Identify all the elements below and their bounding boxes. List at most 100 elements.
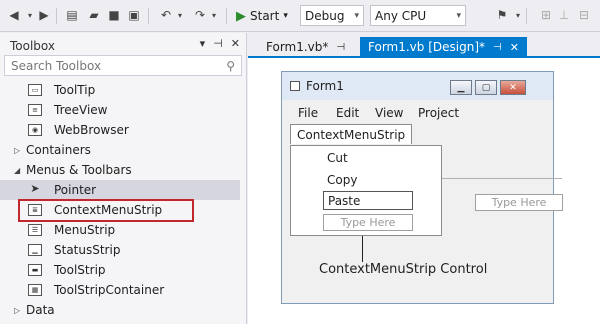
form-icon (290, 81, 300, 91)
pin-icon[interactable]: ⊣ (336, 42, 345, 53)
context-menu-dropdown: Cut Copy Paste Type Here (290, 145, 442, 236)
collapse-icon: ◢ (14, 165, 21, 175)
toolbox-group-data[interactable]: ▷ Data (0, 300, 240, 320)
open-folder-icon[interactable]: ▰ (86, 7, 102, 23)
callout-label: ContextMenuStrip Control (319, 262, 488, 277)
toolbox-item-label: ToolTip (54, 83, 96, 97)
toolbox-item-toolstripcontainer[interactable]: ▦ ToolStripContainer (0, 280, 240, 300)
toolbox-group-label: Data (26, 303, 55, 317)
close-button[interactable]: ✕ (500, 80, 526, 95)
toolbox-group-label: Menus & Toolbars (26, 163, 132, 177)
minimize-button[interactable]: ▁ (450, 80, 472, 95)
toolbox-item-toolstrip[interactable]: ▬ ToolStrip (0, 260, 240, 280)
configuration-select[interactable]: Debug ▾ (300, 5, 364, 26)
webbrowser-icon: ◉ (28, 124, 42, 136)
highlight-contextmenustrip (18, 199, 194, 222)
maximize-icon: ▢ (481, 82, 491, 93)
close-icon: ✕ (509, 82, 517, 93)
toolbox-item-tooltip[interactable]: ▭ ToolTip (0, 80, 240, 100)
attach-icon[interactable]: ⚑ (494, 7, 510, 23)
close-icon[interactable]: ✕ (510, 41, 519, 54)
contextmenustrip-label: ContextMenuStrip (297, 127, 406, 142)
toolbox-item-label: ToolStripContainer (54, 283, 165, 297)
statusstrip-icon: ▁ (28, 244, 42, 256)
menu-view[interactable]: View (375, 106, 403, 120)
contextmenustrip-tab[interactable]: ContextMenuStrip (290, 124, 413, 144)
pin-icon[interactable]: ⊣ (493, 42, 502, 53)
platform-select[interactable]: Any CPU ▾ (370, 5, 466, 26)
type-here-label: Type Here (491, 196, 547, 209)
type-here-label: Type Here (340, 216, 396, 229)
document-tabs: Form1.vb* ⊣ Form1.vb [Design]* ⊣ ✕ (248, 33, 600, 57)
search-placeholder: Search Toolbox (11, 58, 102, 73)
toolbox-item-label: ToolStrip (54, 263, 106, 277)
toolbox-item-label: WebBrowser (54, 123, 129, 137)
toolbox-item-webbrowser[interactable]: ◉ WebBrowser (0, 120, 240, 140)
context-item-paste[interactable]: Paste (323, 191, 413, 210)
platform-value: Any CPU (375, 8, 427, 23)
search-icon[interactable]: ⚲ (226, 59, 235, 73)
expand-icon: ▷ (14, 305, 21, 315)
pin-icon[interactable]: ⊣ (213, 37, 223, 50)
toolbox-group-containers[interactable]: ▷ Containers (0, 140, 240, 160)
new-project-icon[interactable]: ▤ (64, 7, 80, 23)
toolstrip-icon: ▬ (28, 264, 42, 276)
toolbox-item-label: TreeView (54, 103, 108, 117)
menu-file[interactable]: File (298, 106, 318, 120)
configuration-value: Debug (305, 8, 345, 23)
align-icon[interactable]: ⊞ (538, 7, 554, 23)
toolbar-separator (56, 8, 57, 24)
toolbox-item-treeview[interactable]: ≡ TreeView (0, 100, 240, 120)
context-item-cut[interactable]: Cut (327, 151, 348, 165)
align-center-icon[interactable]: ⊥ (556, 7, 572, 23)
tab-form1-design[interactable]: Form1.vb [Design]* ⊣ ✕ (360, 37, 527, 57)
toolbar-separator (226, 8, 227, 24)
chevron-down-icon: ▾ (456, 10, 461, 21)
toolbox-group-label: Containers (26, 143, 91, 157)
start-dropdown-icon[interactable]: ▾ (283, 11, 288, 21)
back-icon[interactable]: ◀ (6, 7, 22, 23)
menu-edit[interactable]: Edit (336, 106, 359, 120)
undo-dropdown-icon[interactable]: ▾ (172, 7, 188, 23)
menu-project[interactable]: Project (418, 106, 459, 120)
toolstripcontainer-icon: ▦ (28, 284, 42, 296)
toolbox-title: Toolbox (10, 39, 55, 53)
redo-dropdown-icon[interactable]: ▾ (206, 7, 222, 23)
paste-label: Paste (328, 193, 361, 208)
pointer-icon: ➤ (30, 182, 40, 195)
save-icon[interactable]: ■ (106, 7, 122, 23)
close-icon[interactable]: ✕ (231, 37, 240, 50)
side-type-here[interactable]: Type Here (475, 194, 563, 211)
callout-line (362, 236, 363, 262)
start-button[interactable]: ▶ Start ▾ (236, 6, 288, 26)
treeview-icon: ≡ (28, 104, 42, 116)
toolbox-item-pointer[interactable]: ➤ Pointer (0, 180, 240, 200)
toolbox-item-menustrip[interactable]: ☰ MenuStrip (0, 220, 240, 240)
window-position-icon[interactable]: ▾ (200, 37, 206, 50)
menu-strip-line (442, 178, 562, 188)
toolbar-separator (526, 8, 527, 24)
tab-label: Form1.vb [Design]* (368, 40, 486, 54)
menustrip-icon: ☰ (28, 224, 42, 236)
chevron-down-icon: ▾ (354, 10, 359, 21)
maximize-button[interactable]: ▢ (475, 80, 497, 95)
toolbox-window-buttons: ▾ ⊣ ✕ (200, 37, 240, 50)
expand-icon: ▷ (14, 145, 21, 155)
toolbox-item-statusstrip[interactable]: ▁ StatusStrip (0, 240, 240, 260)
toolbox-group-menus-toolbars[interactable]: ◢ Menus & Toolbars (0, 160, 240, 180)
tab-form1-vb[interactable]: Form1.vb* ⊣ (258, 37, 353, 57)
save-all-icon[interactable]: ▣ (126, 7, 142, 23)
attach-dropdown-icon[interactable]: ▾ (510, 7, 526, 23)
toolbox-search-input[interactable]: Search Toolbox ⚲ (4, 55, 242, 76)
forward-icon[interactable]: ▶ (36, 7, 52, 23)
toolbox-item-label: MenuStrip (54, 223, 116, 237)
form-title: Form1 (306, 79, 344, 93)
toolbox-item-label: Pointer (54, 183, 97, 197)
tab-label: Form1.vb* (266, 40, 329, 54)
minimize-icon: ▁ (457, 82, 465, 93)
grid-icon[interactable]: ⊟ (576, 7, 592, 23)
toolbox-panel: Toolbox ▾ ⊣ ✕ Search Toolbox ⚲ ▭ ToolTip… (0, 33, 247, 324)
context-type-here[interactable]: Type Here (323, 214, 413, 231)
context-item-copy[interactable]: Copy (327, 173, 357, 187)
toolbox-item-label: StatusStrip (54, 243, 121, 257)
